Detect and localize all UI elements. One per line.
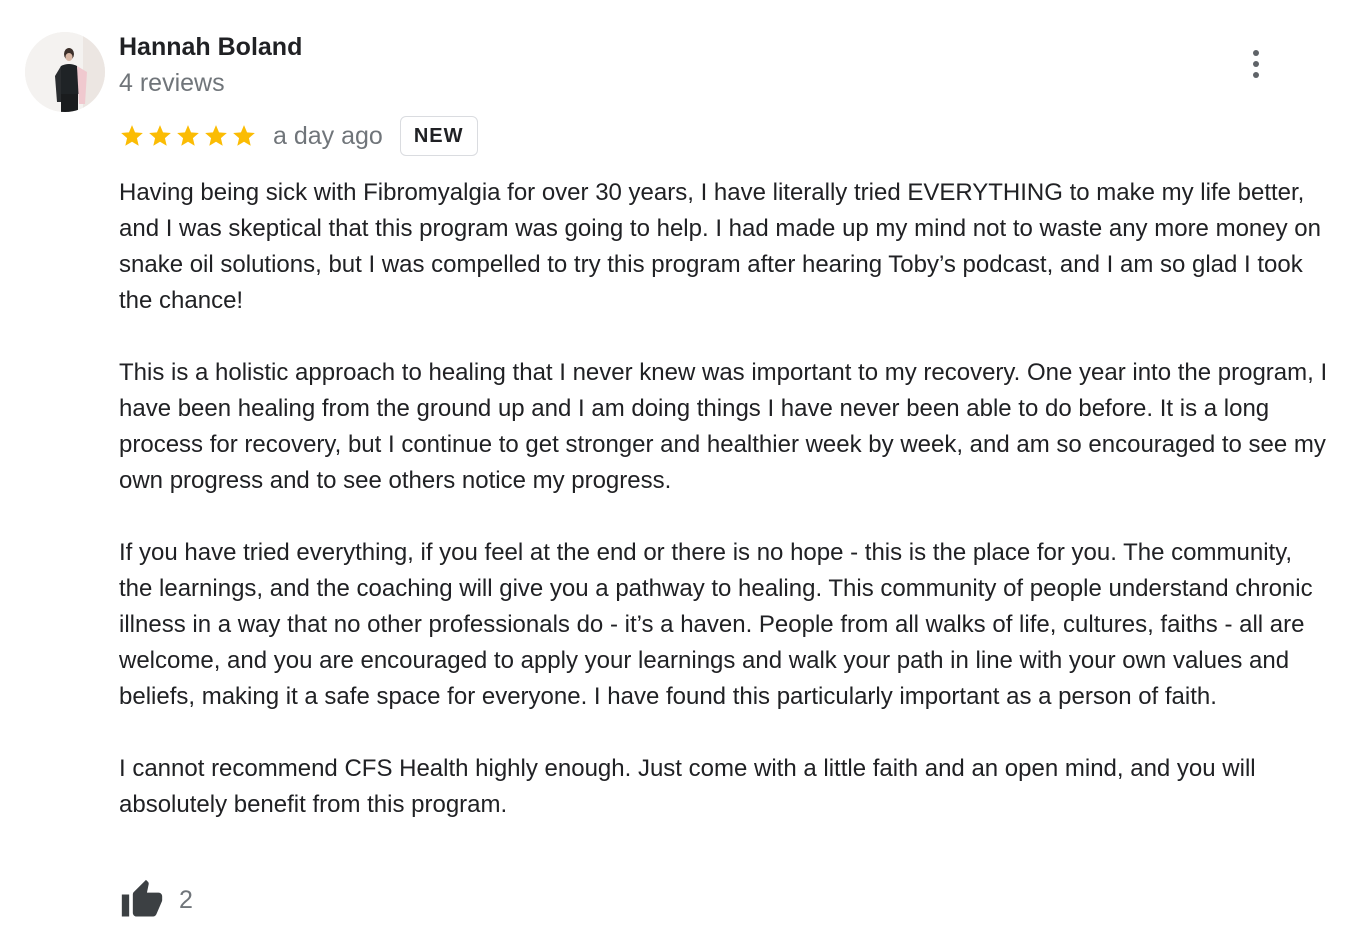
avatar[interactable] bbox=[25, 32, 105, 112]
star-icon bbox=[233, 125, 255, 146]
thumbs-up-icon[interactable] bbox=[119, 878, 165, 922]
review-paragraph: Having being sick with Fibromyalgia for … bbox=[119, 179, 1321, 314]
author-name[interactable]: Hannah Boland bbox=[119, 33, 302, 62]
review-paragraph: If you have tried everything, if you fee… bbox=[119, 539, 1313, 710]
star-icon bbox=[177, 125, 199, 146]
more-vert-icon bbox=[1253, 72, 1259, 78]
review-count: 4 reviews bbox=[119, 69, 225, 97]
star-rating bbox=[119, 123, 257, 149]
more-options-button[interactable] bbox=[1240, 46, 1272, 82]
star-icon bbox=[205, 125, 227, 146]
review-meta: a day ago NEW bbox=[119, 115, 478, 157]
more-vert-icon bbox=[1253, 61, 1259, 67]
review-paragraph: I cannot recommend CFS Health highly eno… bbox=[119, 755, 1256, 818]
like-count: 2 bbox=[179, 885, 193, 914]
star-icon bbox=[121, 125, 143, 146]
star-icon bbox=[149, 125, 171, 146]
review-text: Having being sick with Fibromyalgia for … bbox=[119, 175, 1329, 823]
new-badge: NEW bbox=[399, 116, 478, 156]
like-row: 2 bbox=[119, 878, 193, 922]
avatar-photo bbox=[25, 32, 105, 112]
more-vert-icon bbox=[1253, 50, 1259, 56]
review-timestamp: a day ago bbox=[273, 121, 383, 150]
review-paragraph: This is a holistic approach to healing t… bbox=[119, 359, 1328, 494]
